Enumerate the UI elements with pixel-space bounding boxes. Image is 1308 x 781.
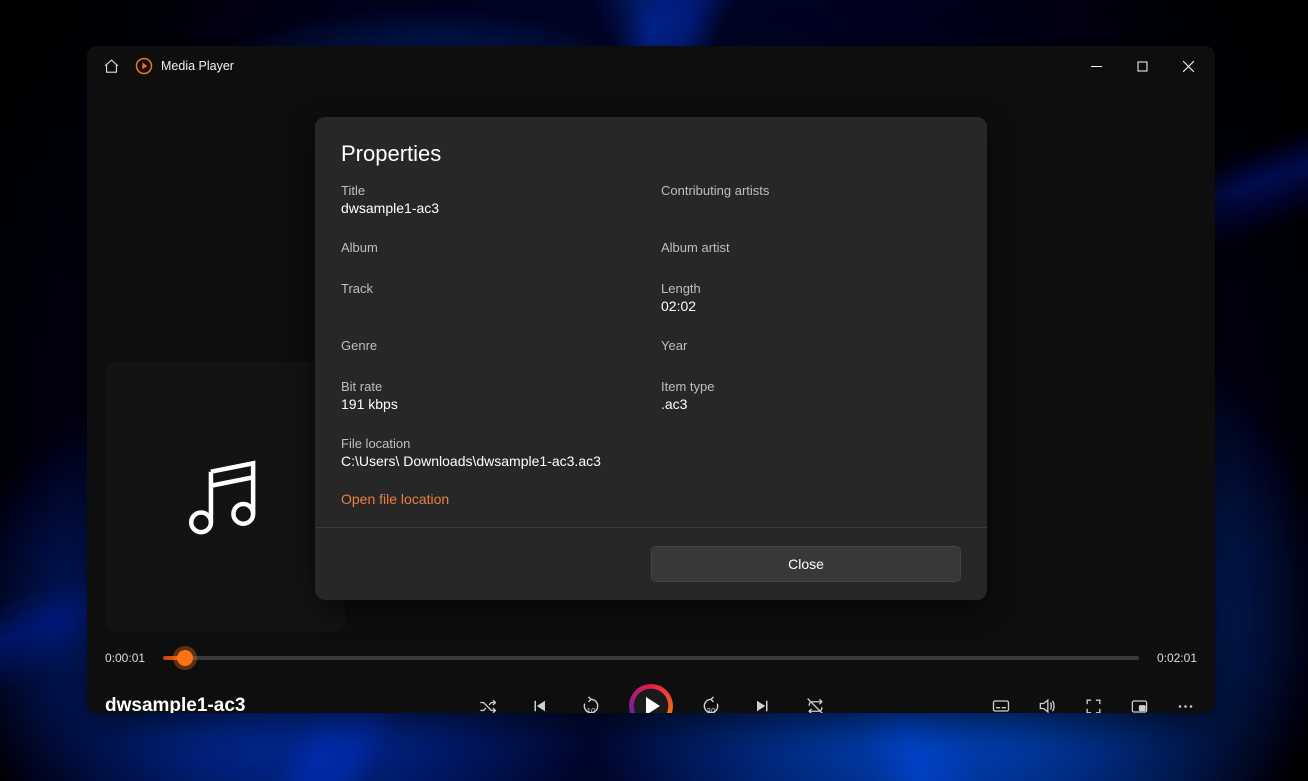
skip-back-seconds: 10	[587, 707, 596, 713]
prop-album: Album	[341, 240, 661, 257]
prop-contributing-artists: Contributing artists	[661, 183, 961, 216]
prop-item-type: Item type.ac3	[661, 379, 961, 412]
maximize-button[interactable]	[1119, 46, 1165, 86]
control-bar: dwsample1-ac3 10 30	[105, 678, 1197, 713]
previous-button[interactable]	[525, 692, 553, 713]
fullscreen-button[interactable]	[1081, 694, 1105, 713]
properties-grid: Titledwsample1-ac3 Contributing artists …	[341, 183, 961, 469]
prop-album-artist: Album artist	[661, 240, 961, 257]
seek-bar[interactable]	[163, 656, 1139, 660]
play-icon	[646, 697, 660, 713]
app-title: Media Player	[161, 59, 234, 73]
right-controls	[989, 694, 1197, 713]
prop-length: Length02:02	[661, 281, 961, 314]
next-button[interactable]	[749, 692, 777, 713]
shuffle-button[interactable]	[473, 692, 501, 713]
prop-title: Titledwsample1-ac3	[341, 183, 661, 216]
prop-track: Track	[341, 281, 661, 314]
media-player-window: Media Player 0:00:01 0:02:01 dwsample1-a…	[87, 46, 1215, 713]
skip-forward-seconds: 30	[707, 707, 716, 713]
open-file-location-link[interactable]: Open file location	[341, 491, 449, 507]
time-total: 0:02:01	[1157, 651, 1197, 665]
prop-year: Year	[661, 338, 961, 355]
skip-forward-button[interactable]: 30	[697, 692, 725, 713]
timeline: 0:00:01 0:02:01	[105, 644, 1197, 672]
prop-bit-rate: Bit rate191 kbps	[341, 379, 661, 412]
title-bar[interactable]: Media Player	[87, 46, 1215, 86]
captions-button[interactable]	[989, 694, 1013, 713]
more-button[interactable]	[1173, 694, 1197, 713]
repeat-button[interactable]	[801, 692, 829, 713]
properties-dialog: Properties Titledwsample1-ac3 Contributi…	[315, 117, 987, 600]
prop-genre: Genre	[341, 338, 661, 355]
volume-button[interactable]	[1035, 694, 1059, 713]
time-elapsed: 0:00:01	[105, 651, 145, 665]
play-button[interactable]	[629, 684, 673, 713]
minimize-button[interactable]	[1073, 46, 1119, 86]
seek-thumb[interactable]	[177, 650, 193, 666]
center-controls: 10 30	[473, 684, 829, 713]
skip-back-button[interactable]: 10	[577, 692, 605, 713]
dialog-title: Properties	[341, 141, 961, 167]
mini-player-button[interactable]	[1127, 694, 1151, 713]
album-art-placeholder	[105, 362, 345, 632]
close-button[interactable]	[1165, 46, 1211, 86]
home-button[interactable]	[91, 46, 131, 86]
music-note-icon	[180, 452, 270, 542]
prop-file-location: File locationC:\Users\ Downloads\dwsampl…	[341, 436, 961, 469]
close-dialog-button[interactable]: Close	[651, 546, 961, 582]
now-playing-title: dwsample1-ac3	[105, 695, 245, 713]
app-icon	[133, 55, 155, 77]
window-controls	[1073, 46, 1211, 86]
